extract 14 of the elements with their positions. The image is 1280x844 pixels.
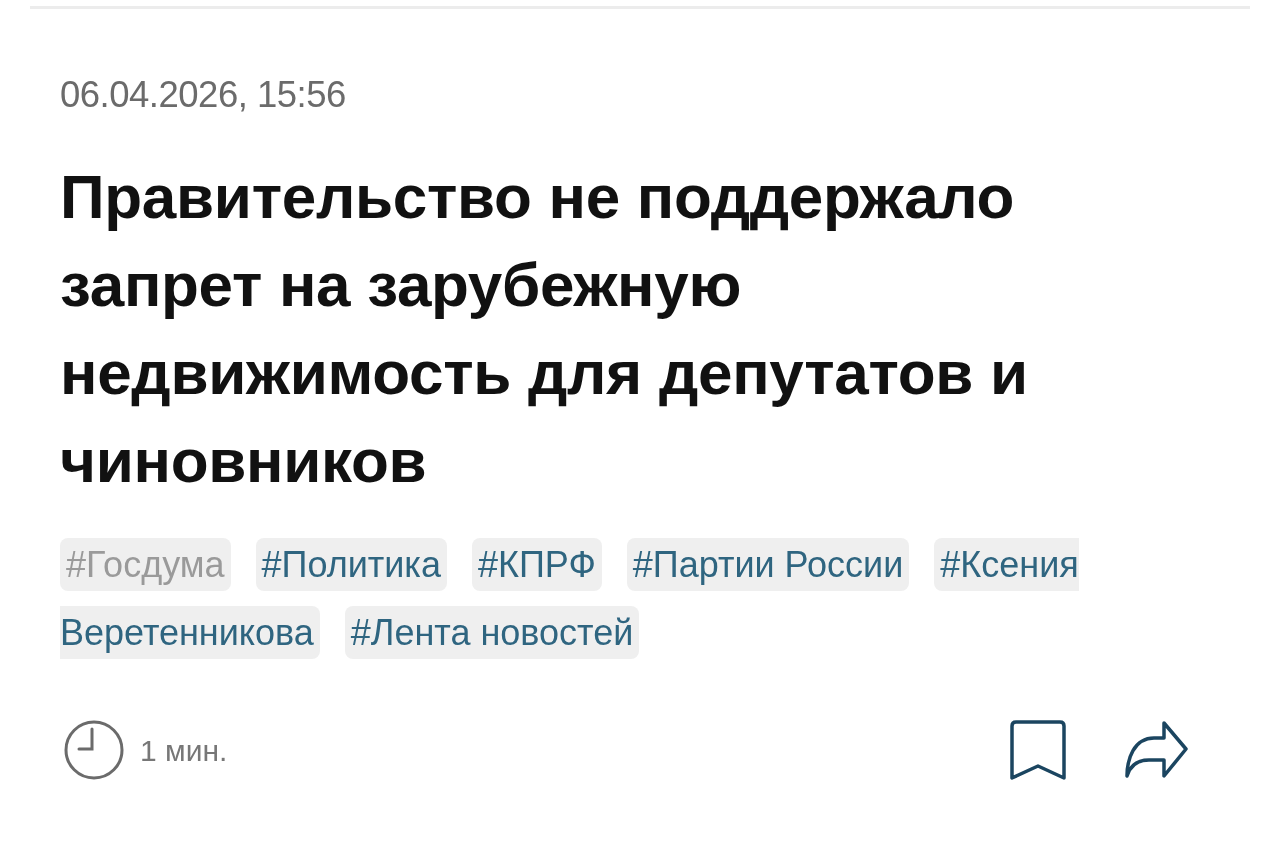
share-button[interactable] (1124, 721, 1188, 779)
tag-link[interactable]: #КПРФ (471, 538, 602, 591)
bookmark-icon (1010, 720, 1066, 780)
tag-link[interactable]: #Политика (255, 538, 447, 591)
reading-time: 1 мин. (140, 732, 228, 769)
tag-link[interactable]: #Партии России (626, 538, 910, 591)
tag-link[interactable]: #Ксения (934, 538, 1079, 591)
tag-link[interactable]: Веретенникова (60, 606, 320, 659)
clock-icon (64, 720, 124, 780)
article-title: Правительство не поддержало запрет на зарубежную недвижимость для депутатов и чиновников (60, 161, 1029, 497)
publish-date: 06.04.2026, 15:56 (60, 73, 346, 117)
share-arrow-icon (1124, 721, 1188, 779)
bookmark-button[interactable] (1010, 720, 1066, 780)
tag-link[interactable]: #Лента новостей (344, 606, 640, 659)
